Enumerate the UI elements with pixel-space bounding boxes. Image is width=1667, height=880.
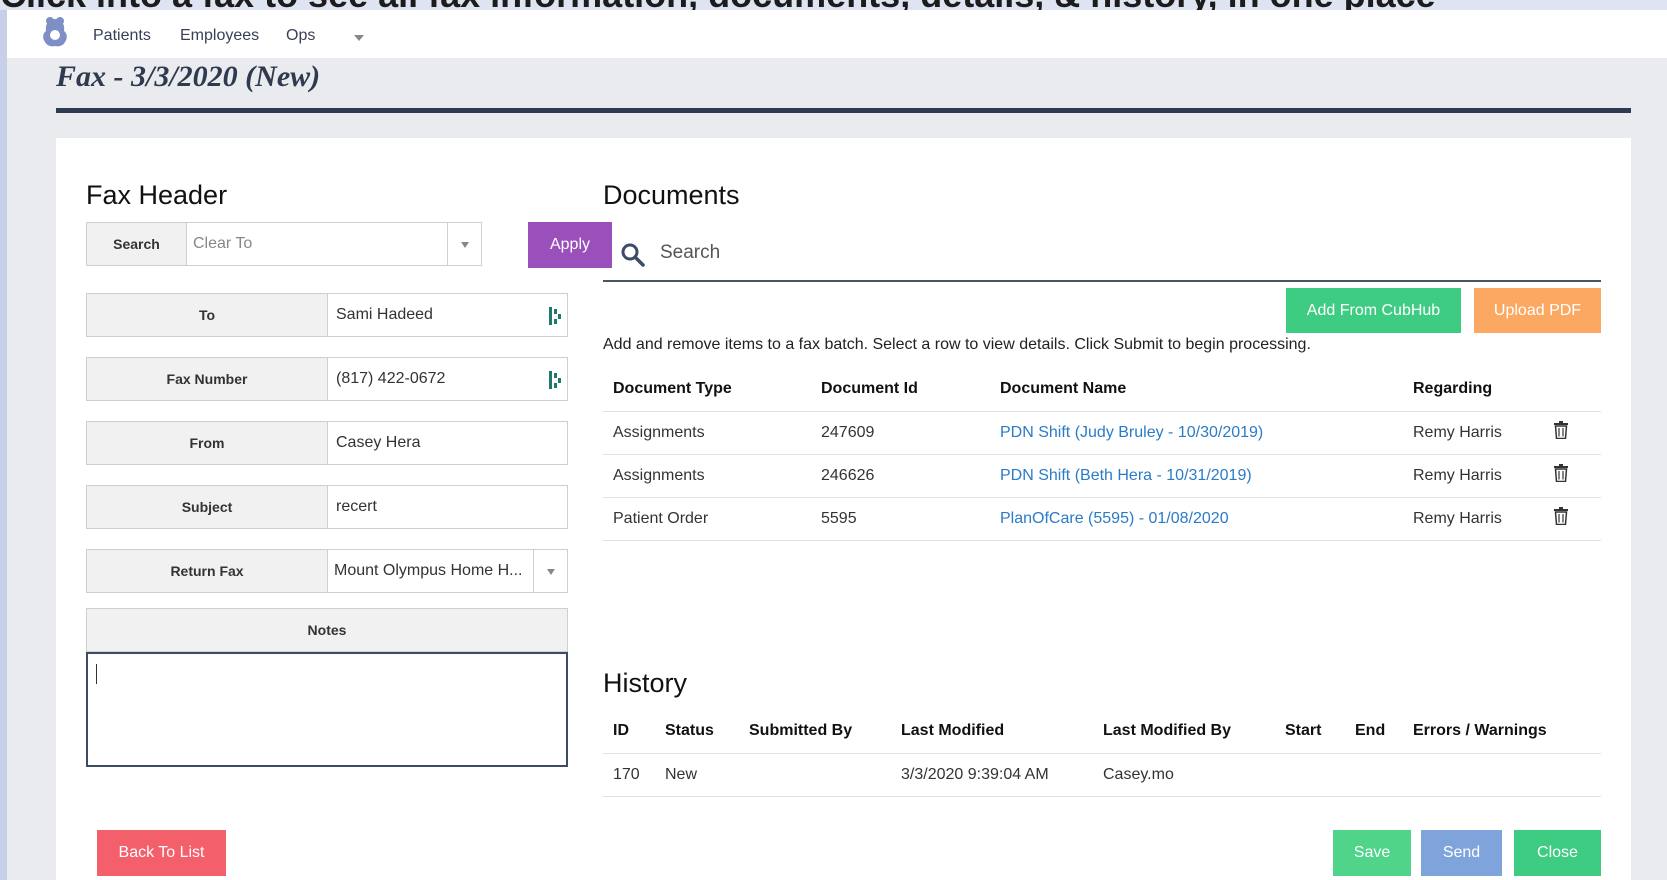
fax-number-label: Fax Number bbox=[87, 358, 328, 400]
fax-number-field: Fax Number (817) 422-0672 bbox=[86, 357, 568, 401]
app-logo-icon[interactable] bbox=[37, 13, 73, 53]
document-type: Assignments bbox=[603, 411, 811, 455]
chevron-down-icon[interactable] bbox=[547, 569, 555, 575]
column-header: Document Id bbox=[811, 368, 990, 412]
history-status: New bbox=[655, 753, 739, 797]
chevron-down-icon[interactable] bbox=[354, 35, 364, 41]
subject-field: Subject recert bbox=[86, 485, 568, 529]
chevron-down-icon[interactable] bbox=[461, 242, 469, 248]
history-last-modified-by: Casey.mo bbox=[1093, 753, 1275, 797]
document-regarding: Remy Harris bbox=[1403, 497, 1543, 541]
nav-ops[interactable]: Ops bbox=[286, 27, 315, 45]
return-fax-label: Return Fax bbox=[87, 550, 328, 592]
notes-textarea[interactable] bbox=[86, 652, 568, 767]
table-row[interactable]: Patient Order 5595 PlanOfCare (5595) - 0… bbox=[603, 497, 1601, 541]
document-name-link[interactable]: PDN Shift (Beth Hera - 10/31/2019) bbox=[1000, 467, 1252, 484]
documents-title: Documents bbox=[603, 180, 740, 210]
document-type: Patient Order bbox=[603, 497, 811, 541]
column-header: End bbox=[1345, 710, 1403, 754]
documents-search-bar[interactable]: Search bbox=[603, 228, 1601, 282]
table-row[interactable]: Assignments 247609 PDN Shift (Judy Brule… bbox=[603, 411, 1601, 455]
top-navigation: Patients Employees Ops bbox=[7, 10, 1667, 58]
column-header: Document Type bbox=[603, 368, 811, 412]
column-header: Errors / Warnings bbox=[1403, 710, 1601, 754]
nav-patients[interactable]: Patients bbox=[93, 27, 151, 45]
table-row[interactable]: Assignments 246626 PDN Shift (Beth Hera … bbox=[603, 454, 1601, 498]
instruction-banner: Click into a fax to see all fax informat… bbox=[0, 0, 1667, 10]
contact-lookup-icon[interactable] bbox=[548, 306, 562, 326]
dropdown-divider bbox=[447, 223, 448, 265]
fax-number-input[interactable]: (817) 422-0672 bbox=[336, 358, 445, 400]
return-fax-select[interactable]: Mount Olympus Home H... bbox=[334, 550, 523, 592]
history-table: ID Status Submitted By Last Modified Las… bbox=[603, 710, 1601, 797]
left-edge-strip bbox=[0, 0, 7, 880]
return-fax-field: Return Fax Mount Olympus Home H... bbox=[86, 549, 568, 593]
document-type: Assignments bbox=[603, 454, 811, 498]
dropdown-divider bbox=[533, 550, 534, 592]
upload-pdf-button[interactable]: Upload PDF bbox=[1474, 288, 1601, 333]
document-id: 246626 bbox=[811, 454, 990, 498]
close-button[interactable]: Close bbox=[1514, 830, 1601, 876]
table-row[interactable]: 170 New 3/3/2020 9:39:04 AM Casey.mo bbox=[603, 753, 1601, 797]
column-header: Last Modified By bbox=[1093, 710, 1275, 754]
search-icon bbox=[621, 243, 645, 267]
text-cursor bbox=[96, 664, 97, 684]
history-submitted-by bbox=[739, 753, 891, 797]
history-header-row: ID Status Submitted By Last Modified Las… bbox=[603, 710, 1601, 754]
column-header: ID bbox=[603, 710, 655, 754]
history-id: 170 bbox=[603, 753, 655, 797]
trash-icon[interactable] bbox=[1553, 464, 1569, 483]
document-regarding: Remy Harris bbox=[1403, 454, 1543, 498]
document-id: 247609 bbox=[811, 411, 990, 455]
column-header: Last Modified bbox=[891, 710, 1093, 754]
history-end bbox=[1345, 753, 1403, 797]
save-button[interactable]: Save bbox=[1333, 830, 1411, 876]
document-name-link[interactable]: PlanOfCare (5595) - 01/08/2020 bbox=[1000, 510, 1229, 527]
notes-label: Notes bbox=[86, 608, 568, 652]
instruction-banner-text: Click into a fax to see all fax informat… bbox=[0, 0, 1436, 10]
documents-table: Document Type Document Id Document Name … bbox=[603, 368, 1601, 541]
add-from-cubhub-button[interactable]: Add From CubHub bbox=[1286, 288, 1461, 333]
search-to-input[interactable]: Clear To bbox=[193, 223, 252, 265]
search-to-field: Search Clear To bbox=[86, 222, 482, 266]
title-divider bbox=[56, 108, 1631, 113]
to-field: To Sami Hadeed bbox=[86, 293, 568, 337]
document-regarding: Remy Harris bbox=[1403, 411, 1543, 455]
send-button[interactable]: Send bbox=[1421, 830, 1502, 876]
from-field: From Casey Hera bbox=[86, 421, 568, 465]
history-last-modified: 3/3/2020 9:39:04 AM bbox=[891, 753, 1093, 797]
page-title: Fax - 3/3/2020 (New) bbox=[56, 60, 321, 93]
documents-search-input[interactable]: Search bbox=[660, 242, 720, 264]
contact-lookup-icon[interactable] bbox=[548, 370, 562, 390]
subject-label: Subject bbox=[87, 486, 328, 528]
apply-button[interactable]: Apply bbox=[528, 222, 612, 268]
column-header: Status bbox=[655, 710, 739, 754]
documents-header-row: Document Type Document Id Document Name … bbox=[603, 368, 1601, 412]
trash-icon[interactable] bbox=[1553, 507, 1569, 526]
documents-help-text: Add and remove items to a fax batch. Sel… bbox=[603, 336, 1311, 353]
document-name-link[interactable]: PDN Shift (Judy Bruley - 10/30/2019) bbox=[1000, 424, 1263, 441]
trash-icon[interactable] bbox=[1553, 421, 1569, 440]
column-header: Start bbox=[1275, 710, 1345, 754]
to-label: To bbox=[87, 294, 328, 336]
subject-input[interactable]: recert bbox=[336, 486, 377, 528]
column-header-actions bbox=[1543, 368, 1601, 412]
fax-header-title: Fax Header bbox=[86, 180, 228, 210]
back-to-list-button[interactable]: Back To List bbox=[97, 830, 226, 876]
history-start bbox=[1275, 753, 1345, 797]
history-title: History bbox=[603, 668, 688, 698]
history-errors bbox=[1403, 753, 1601, 797]
column-header: Regarding bbox=[1403, 368, 1543, 412]
column-header: Submitted By bbox=[739, 710, 891, 754]
from-label: From bbox=[87, 422, 328, 464]
search-label: Search bbox=[87, 223, 187, 265]
column-header: Document Name bbox=[990, 368, 1403, 412]
nav-employees[interactable]: Employees bbox=[180, 27, 259, 45]
document-id: 5595 bbox=[811, 497, 990, 541]
to-input[interactable]: Sami Hadeed bbox=[336, 294, 433, 336]
from-input[interactable]: Casey Hera bbox=[336, 422, 420, 464]
